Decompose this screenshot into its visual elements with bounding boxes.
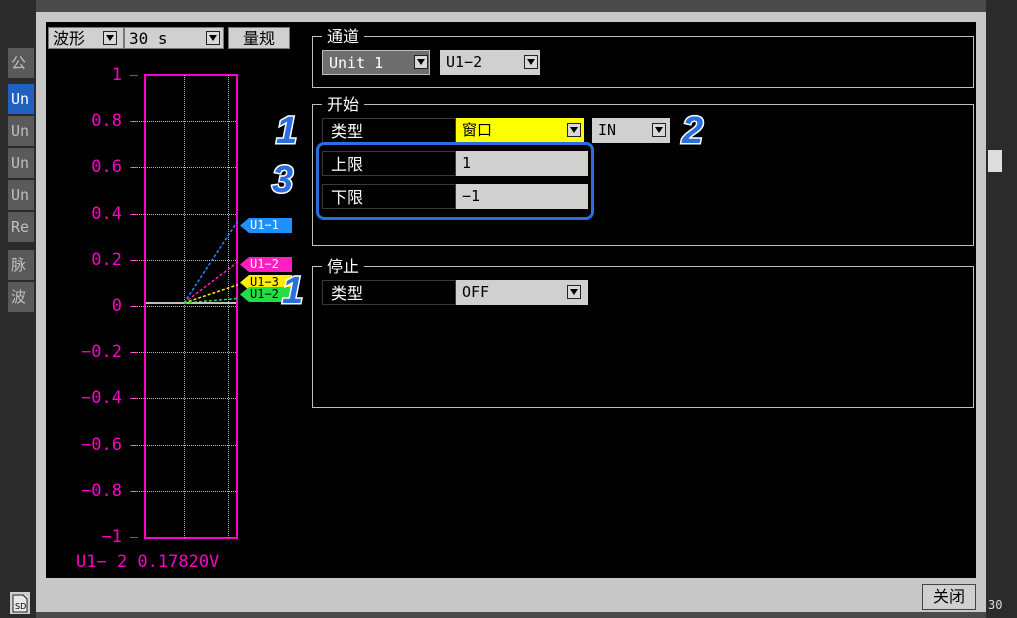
start-type-label: 类型 (322, 118, 456, 143)
callout-limits: 3 (270, 159, 294, 202)
start-group-title: 开始 (322, 96, 365, 114)
callout-stop-type: 1 (280, 270, 304, 313)
callout-direction: 2 (680, 110, 704, 153)
start-type-value: 窗口 (462, 121, 493, 139)
channel-group-title: 通道 (322, 28, 365, 46)
callout-start-type: 1 (274, 110, 298, 153)
stop-group-title: 停止 (322, 258, 365, 276)
stop-type-label: 类型 (322, 280, 456, 305)
chevron-down-icon[interactable] (652, 123, 666, 137)
upper-limit-field[interactable]: 1 (456, 151, 588, 176)
chevron-down-icon[interactable] (524, 55, 538, 69)
channel-tag[interactable]: U1−1 (240, 218, 292, 233)
channel-select-value: U1−2 (446, 53, 483, 71)
stop-type-value: OFF (462, 283, 490, 301)
chevron-down-icon[interactable] (567, 123, 581, 137)
channel-trace (183, 220, 239, 304)
close-button[interactable]: 关闭 (922, 584, 976, 610)
cursor-readout: U1− 2 0.17820V (76, 552, 220, 572)
unit-select-value: Unit 1 (329, 54, 384, 72)
direction-value: IN (598, 121, 617, 139)
lower-limit-label: 下限 (322, 184, 456, 209)
chevron-down-icon[interactable] (567, 285, 581, 299)
upper-limit-label: 上限 (322, 151, 456, 176)
start-type-select[interactable]: 窗口 (456, 118, 584, 143)
lower-limit-field[interactable]: −1 (456, 184, 588, 209)
chevron-down-icon[interactable] (414, 55, 428, 69)
channel-trace (183, 261, 239, 304)
